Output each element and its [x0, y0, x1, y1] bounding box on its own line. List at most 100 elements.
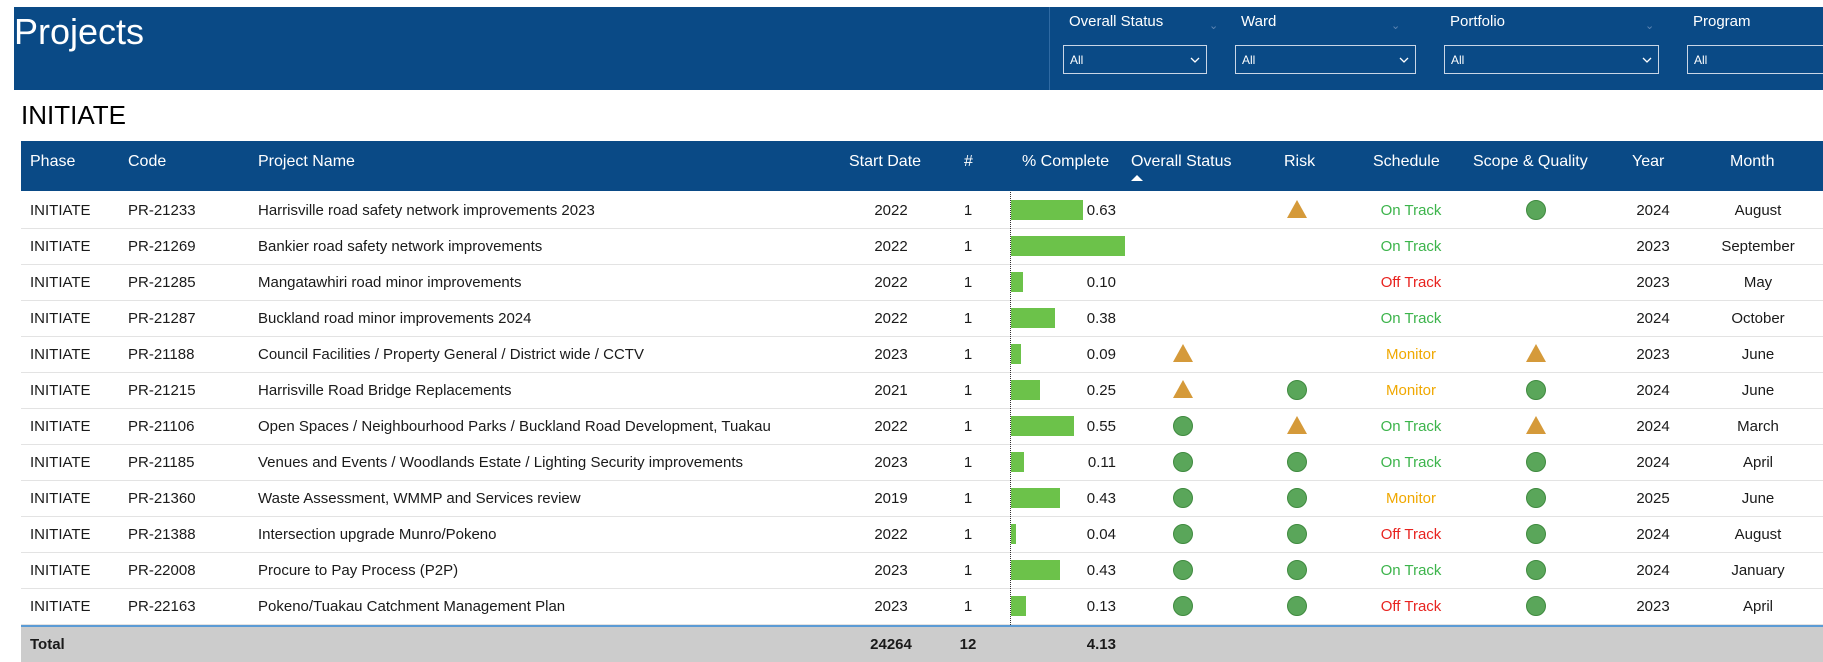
- scope-quality-green-circle-icon: [1526, 560, 1546, 580]
- schedule-status: On Track: [1380, 562, 1442, 579]
- filter-caret-icon[interactable]: ⌄: [1209, 19, 1218, 32]
- table-row[interactable]: INITIATE PR-21287 Buckland road minor impr…: [21, 300, 1823, 337]
- column-header-month[interactable]: Month: [1730, 153, 1774, 171]
- percent-complete-bar: [1011, 488, 1060, 508]
- year-cell: 2024: [1636, 310, 1670, 327]
- table-row[interactable]: INITIATE PR-21233 Harrisville road safety …: [21, 192, 1823, 229]
- table-row[interactable]: INITIATE PR-22163 Pokeno/Tuakau Catchment …: [21, 588, 1823, 625]
- code-cell: PR-21215: [128, 382, 196, 399]
- table-row[interactable]: INITIATE PR-21388 Intersection upgrade Mun…: [21, 516, 1823, 553]
- month-cell: April: [1742, 454, 1774, 471]
- schedule-status: On Track: [1380, 202, 1442, 219]
- column-header-start-date[interactable]: Start Date: [849, 153, 921, 171]
- column-header-project-name[interactable]: Project Name: [258, 153, 355, 171]
- filter-caret-icon[interactable]: ⌄: [1645, 19, 1654, 32]
- project-name-cell: Council Facilities / Property General / …: [258, 346, 644, 363]
- count-cell: 1: [963, 382, 973, 399]
- start-date-cell: 2022: [874, 418, 908, 435]
- risk-green-circle-icon: [1287, 560, 1307, 580]
- year-cell: 2024: [1636, 562, 1670, 579]
- code-cell: PR-21360: [128, 490, 196, 507]
- page-title: Projects: [14, 11, 145, 52]
- percent-complete-value: 0.55: [1086, 418, 1116, 435]
- column-header-schedule[interactable]: Schedule: [1373, 153, 1440, 171]
- table-row[interactable]: INITIATE PR-21360 Waste Assessment, WMMP a…: [21, 480, 1823, 517]
- overall-status-green-circle-icon: [1173, 596, 1193, 616]
- code-cell: PR-21188: [128, 346, 195, 363]
- table-row[interactable]: INITIATE PR-22008 Procure to Pay Process (…: [21, 552, 1823, 589]
- code-cell: PR-21388: [128, 526, 196, 543]
- schedule-status: Monitor: [1385, 382, 1437, 399]
- count-cell: 1: [963, 598, 973, 615]
- count-cell: 1: [963, 418, 973, 435]
- scope-quality-green-circle-icon: [1526, 380, 1546, 400]
- schedule-status: On Track: [1380, 238, 1442, 255]
- project-name-cell: Open Spaces / Neighbourhood Parks / Buck…: [258, 418, 771, 435]
- count-cell: 1: [963, 490, 973, 507]
- code-cell: PR-22163: [128, 598, 196, 615]
- percent-complete-bar: [1011, 380, 1040, 400]
- percent-complete-value: 0.43: [1086, 562, 1116, 579]
- chevron-down-icon: [1642, 57, 1652, 63]
- year-cell: 2023: [1636, 274, 1670, 291]
- table-row[interactable]: INITIATE PR-21185 Venues and Events / Wood…: [21, 444, 1823, 481]
- column-header-count[interactable]: #: [964, 153, 973, 171]
- program-dropdown[interactable]: All: [1687, 45, 1823, 74]
- percent-complete-bar: [1011, 272, 1023, 292]
- percent-complete-bar: [1011, 560, 1060, 580]
- table-row[interactable]: INITIATE PR-21188 Council Facilities / Pro…: [21, 336, 1823, 373]
- overall-status-dropdown[interactable]: All: [1063, 45, 1207, 74]
- project-name-cell: Bankier road safety network improvements: [258, 238, 543, 255]
- column-header-percent-complete[interactable]: % Complete: [1022, 153, 1109, 171]
- start-date-cell: 2019: [874, 490, 908, 507]
- table-row[interactable]: INITIATE PR-21285 Mangatawhiri road minor …: [21, 264, 1823, 301]
- total-percent-complete: 4.13: [1086, 636, 1116, 653]
- table-row[interactable]: INITIATE PR-21106 Open Spaces / Neighbourh…: [21, 408, 1823, 445]
- ward-dropdown[interactable]: All: [1235, 45, 1416, 74]
- filter-panel: Overall Status ⌄ All Ward ⌄ All Portfoli…: [1049, 7, 1823, 90]
- risk-amber-triangle-icon: [1287, 200, 1307, 218]
- start-date-cell: 2023: [874, 562, 908, 579]
- risk-green-circle-icon: [1287, 380, 1307, 400]
- portfolio-dropdown[interactable]: All: [1444, 45, 1659, 74]
- phase-cell: INITIATE: [30, 238, 91, 255]
- year-cell: 2024: [1636, 454, 1670, 471]
- phase-cell: INITIATE: [30, 526, 91, 543]
- percent-complete-value: 0.11: [1087, 454, 1116, 471]
- start-date-cell: 2021: [874, 382, 908, 399]
- column-header-code[interactable]: Code: [128, 153, 166, 171]
- month-cell: September: [1721, 238, 1795, 255]
- code-cell: PR-21185: [128, 454, 195, 471]
- count-cell: 1: [963, 238, 973, 255]
- overall-status-amber-triangle-icon: [1173, 380, 1193, 398]
- month-cell: August: [1734, 202, 1782, 219]
- column-header-year[interactable]: Year: [1632, 153, 1664, 171]
- start-date-cell: 2023: [874, 598, 908, 615]
- table-row[interactable]: INITIATE PR-21269 Bankier road safety netw…: [21, 228, 1823, 265]
- total-row: Total 24264 12 4.13: [21, 625, 1823, 662]
- percent-complete-bar: [1011, 344, 1021, 364]
- column-header-overall-status[interactable]: Overall Status: [1131, 153, 1231, 171]
- filter-label: Portfolio: [1450, 13, 1506, 30]
- risk-green-circle-icon: [1287, 452, 1307, 472]
- percent-complete-bar: [1011, 452, 1024, 472]
- start-date-cell: 2022: [874, 202, 908, 219]
- column-header-phase[interactable]: Phase: [30, 153, 75, 171]
- percent-complete-value: 0.13: [1086, 598, 1116, 615]
- schedule-status: Off Track: [1380, 598, 1442, 615]
- sort-ascending-icon[interactable]: [1131, 175, 1143, 181]
- filter-ward: Ward ⌄: [1241, 13, 1400, 35]
- table-row[interactable]: INITIATE PR-21215 Harrisville Road Bridge …: [21, 372, 1823, 409]
- year-cell: 2024: [1636, 202, 1670, 219]
- scope-quality-green-circle-icon: [1526, 488, 1546, 508]
- scope-quality-amber-triangle-icon: [1526, 344, 1546, 362]
- risk-green-circle-icon: [1287, 524, 1307, 544]
- column-header-scope-quality[interactable]: Scope & Quality: [1473, 153, 1588, 171]
- chevron-down-icon: [1190, 57, 1200, 63]
- filter-caret-icon[interactable]: ⌄: [1391, 19, 1400, 32]
- scope-quality-amber-triangle-icon: [1526, 416, 1546, 434]
- column-header-risk[interactable]: Risk: [1284, 153, 1315, 171]
- dropdown-value: All: [1242, 53, 1256, 67]
- overall-status-green-circle-icon: [1173, 560, 1193, 580]
- start-date-cell: 2022: [874, 526, 908, 543]
